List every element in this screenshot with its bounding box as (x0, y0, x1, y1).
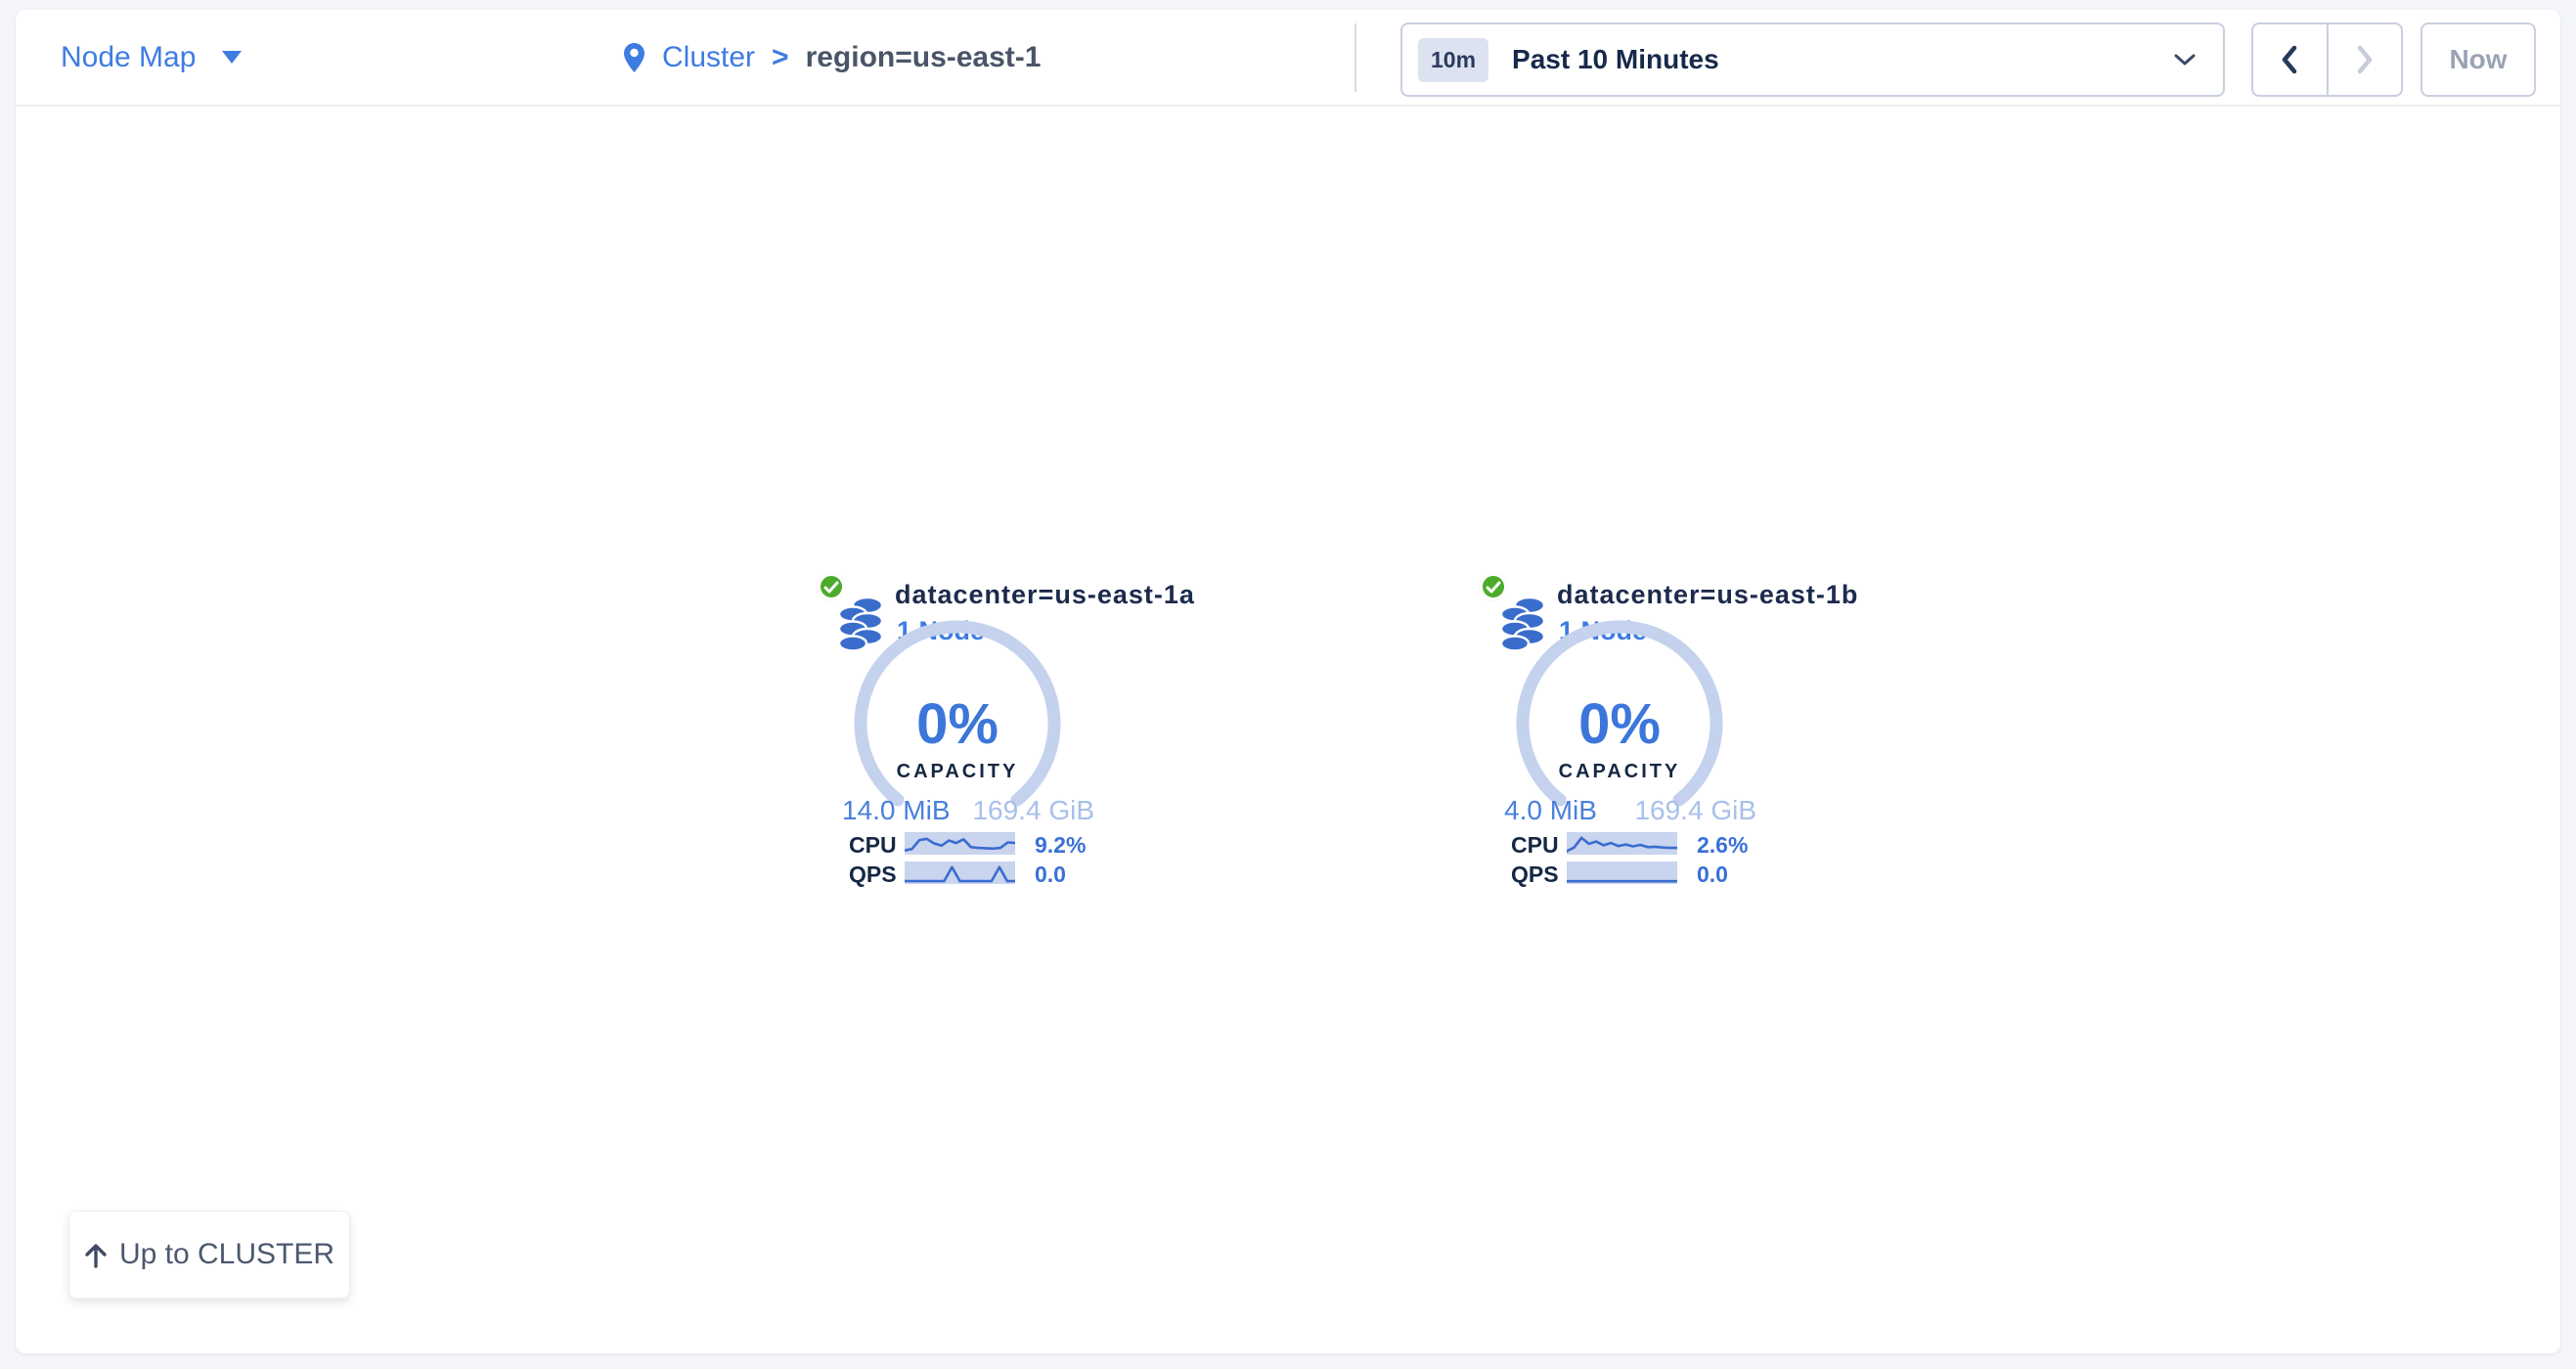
cpu-sparkline (1567, 832, 1677, 855)
view-selector-label: Node Map (61, 41, 196, 74)
time-window-select[interactable]: 10m Past 10 Minutes (1400, 22, 2225, 97)
qps-label: QPS (1511, 861, 1559, 888)
capacity-used: 4.0 MiB (1504, 795, 1597, 826)
cpu-sparkline (905, 832, 1015, 855)
qps-sparkline (905, 861, 1015, 884)
capacity-label: CAPACITY (854, 761, 1061, 783)
breadcrumb-current: region=us-east-1 (806, 41, 1042, 74)
datacenter-title: datacenter=us-east-1b (1557, 580, 1858, 610)
dropdown-triangle-icon (222, 51, 242, 64)
cpu-label: CPU (849, 832, 897, 859)
qps-value: 0.0 (1035, 861, 1066, 888)
header-bar: Node Map Cluster > region=us-east-1 10m … (16, 10, 2560, 107)
status-ok-icon (818, 573, 845, 600)
time-window-label: Past 10 Minutes (1512, 44, 1719, 75)
qps-sparkline (1567, 861, 1677, 884)
capacity-label: CAPACITY (1516, 761, 1723, 783)
cpu-value: 2.6% (1697, 832, 1748, 859)
breadcrumb-separator: > (772, 41, 789, 74)
time-nav-arrows (2251, 22, 2403, 97)
breadcrumb-cluster-link[interactable]: Cluster (662, 41, 755, 74)
view-selector-dropdown[interactable]: Node Map (61, 10, 242, 105)
datacenter-title: datacenter=us-east-1a (895, 580, 1195, 610)
cpu-metric-row: CPU 9.2% (821, 832, 1096, 855)
node-map-panel: Node Map Cluster > region=us-east-1 10m … (16, 10, 2560, 1353)
capacity-total: 169.4 GiB (972, 795, 1094, 826)
chevron-left-icon (2280, 45, 2299, 74)
up-to-cluster-button[interactable]: Up to CLUSTER (68, 1211, 350, 1299)
qps-value: 0.0 (1697, 861, 1728, 888)
capacity-percent: 0% (854, 691, 1061, 757)
chevron-right-icon (2355, 45, 2375, 74)
capacity-used: 14.0 MiB (842, 795, 951, 826)
qps-metric-row: QPS 0.0 (1483, 861, 1758, 884)
datacenter-card[interactable]: datacenter=us-east-1a 1 Node 0% CAPACITY… (821, 576, 1096, 891)
time-forward-button[interactable] (2327, 24, 2402, 95)
map-pin-icon (623, 42, 645, 73)
database-stack-icon (1498, 593, 1547, 653)
time-window-badge: 10m (1418, 38, 1488, 82)
up-to-cluster-label: Up to CLUSTER (119, 1238, 334, 1271)
capacity-values: 4.0 MiB 169.4 GiB (1504, 795, 1756, 826)
database-stack-icon (836, 593, 885, 653)
node-map-page: { "header": { "view_selector_label": "No… (0, 0, 2576, 1369)
cpu-value: 9.2% (1035, 832, 1086, 859)
qps-label: QPS (849, 861, 897, 888)
arrow-up-icon (84, 1242, 108, 1268)
time-back-button[interactable] (2253, 24, 2327, 95)
cpu-metric-row: CPU 2.6% (1483, 832, 1758, 855)
status-ok-icon (1480, 573, 1507, 600)
capacity-percent: 0% (1516, 691, 1723, 757)
now-button[interactable]: Now (2421, 22, 2536, 97)
capacity-total: 169.4 GiB (1634, 795, 1756, 826)
cpu-label: CPU (1511, 832, 1559, 859)
breadcrumb: Cluster > region=us-east-1 (623, 10, 1041, 105)
qps-metric-row: QPS 0.0 (821, 861, 1096, 884)
capacity-values: 14.0 MiB 169.4 GiB (842, 795, 1094, 826)
datacenter-card[interactable]: datacenter=us-east-1b 1 Node 0% CAPACITY… (1483, 576, 1758, 891)
chevron-down-icon (2174, 54, 2196, 66)
header-divider (1355, 23, 1356, 92)
